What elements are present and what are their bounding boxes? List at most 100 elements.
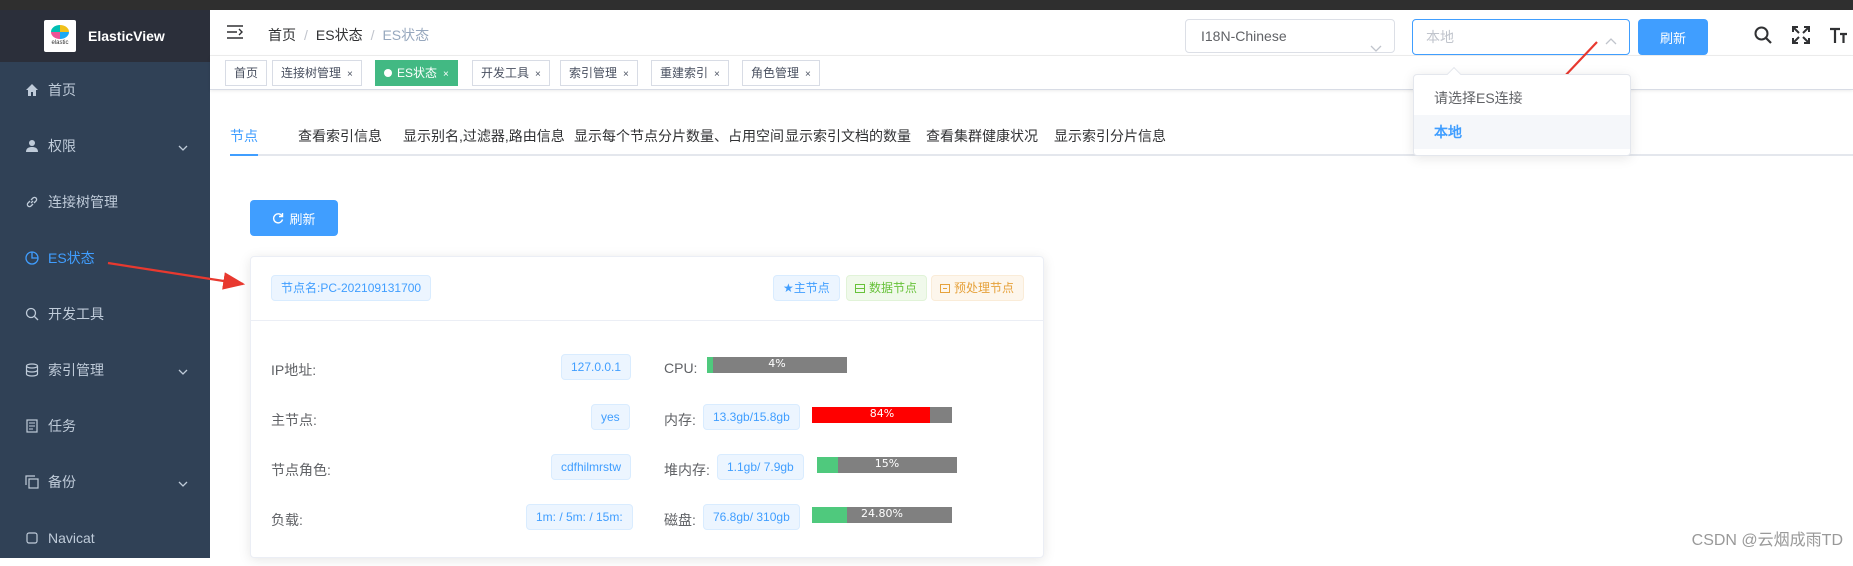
ip-value-tag: 127.0.0.1 xyxy=(561,354,631,380)
sidebar-item-home[interactable]: 首页 xyxy=(0,62,210,118)
close-icon[interactable]: × xyxy=(714,69,720,80)
sidebar-item-tasks[interactable]: 任务 xyxy=(0,398,210,454)
tag-dev-tools[interactable]: 开发工具× xyxy=(472,60,550,86)
ip-label: IP地址: xyxy=(271,360,316,380)
sidebar-item-label: 首页 xyxy=(48,80,76,100)
sidebar-item-label: Navicat xyxy=(48,530,95,546)
memory-progress-bar: 84% xyxy=(812,407,952,423)
load-value-tag: 1m: / 5m: / 15m: xyxy=(526,504,633,530)
heap-label: 堆内存: xyxy=(664,460,710,480)
chevron-down-icon xyxy=(178,474,188,490)
connection-refresh-button[interactable]: 刷新 xyxy=(1638,19,1708,55)
disk-value-tag: 76.8gb/ 310gb xyxy=(703,504,800,530)
fullscreen-icon[interactable] xyxy=(1792,26,1810,47)
tab-doc-count[interactable]: 显示索引文档的数量 xyxy=(785,116,911,156)
node-card: 节点名:PC-202109131700 ★主节点 数据节点 预处理节点 IP地址… xyxy=(250,256,1044,558)
navbar: 首页/ES状态/ES状态 I18N-Chinese 刷新 xyxy=(210,10,1853,56)
connection-input[interactable] xyxy=(1426,21,1596,53)
ingest-node-tag: 预处理节点 xyxy=(931,275,1024,301)
breadcrumb-item-current: ES状态 xyxy=(382,27,429,43)
sidebar-item-connection-tree[interactable]: 连接树管理 xyxy=(0,174,210,230)
memory-percent: 84% xyxy=(812,407,952,421)
tag-role-management[interactable]: 角色管理× xyxy=(742,60,820,86)
close-icon[interactable]: × xyxy=(805,69,811,80)
breadcrumb-item[interactable]: 首页 xyxy=(268,27,296,43)
tag-es-status[interactable]: ES状态× xyxy=(375,60,458,86)
close-icon[interactable]: × xyxy=(443,69,449,80)
ingest-icon xyxy=(940,284,950,293)
sidebar-item-label: 连接树管理 xyxy=(48,192,118,212)
cpu-progress-bar: 4% xyxy=(707,357,847,373)
sidebar: elastic ElasticView 首页 权限 连接树管理 ES状态 开发工… xyxy=(0,10,210,558)
link-icon xyxy=(24,194,40,210)
tab-node-shards[interactable]: 显示每个节点分片数量、占用空间 xyxy=(574,116,784,156)
search-icon xyxy=(24,306,40,322)
node-card-header: 节点名:PC-202109131700 ★主节点 数据节点 预处理节点 xyxy=(251,257,1043,321)
close-icon[interactable]: × xyxy=(623,69,629,80)
sidebar-item-permissions[interactable]: 权限 xyxy=(0,118,210,174)
disk-label: 磁盘: xyxy=(664,510,696,530)
connection-dropdown: 请选择ES连接 本地 xyxy=(1413,74,1631,156)
node-role-label: 节点角色: xyxy=(271,460,331,480)
navicat-icon xyxy=(24,530,40,546)
database-icon xyxy=(24,362,40,378)
sidebar-item-dev-tools[interactable]: 开发工具 xyxy=(0,286,210,342)
disk-progress-bar: 24.80% xyxy=(812,507,952,523)
dropdown-option-local[interactable]: 本地 xyxy=(1414,115,1630,149)
sidebar-item-label: 任务 xyxy=(48,416,76,436)
tag-index-management[interactable]: 索引管理× xyxy=(560,60,638,86)
breadcrumb-item[interactable]: ES状态 xyxy=(316,27,363,43)
chevron-down-icon xyxy=(178,138,188,154)
close-icon[interactable]: × xyxy=(347,69,353,80)
tab-index-info[interactable]: 查看索引信息 xyxy=(298,116,382,156)
disk-percent: 24.80% xyxy=(812,507,952,521)
document-icon xyxy=(24,418,40,434)
master-node-tag: ★主节点 xyxy=(773,275,840,301)
pie-chart-icon xyxy=(24,250,40,266)
sidebar-logo[interactable]: elastic ElasticView xyxy=(0,10,210,62)
home-icon xyxy=(24,82,40,98)
sidebar-item-index-management[interactable]: 索引管理 xyxy=(0,342,210,398)
language-select[interactable]: I18N-Chinese xyxy=(1185,19,1395,53)
data-icon xyxy=(855,284,865,293)
chevron-up-icon xyxy=(1605,32,1617,48)
close-icon[interactable]: × xyxy=(535,69,541,80)
sidebar-item-label: 权限 xyxy=(48,136,76,156)
heap-percent: 15% xyxy=(817,457,957,471)
top-strip xyxy=(0,0,1853,10)
tab-shard-info[interactable]: 显示索引分片信息 xyxy=(1054,116,1166,156)
refresh-icon xyxy=(272,212,284,224)
tab-nodes[interactable]: 节点 xyxy=(230,116,258,156)
memory-label: 内存: xyxy=(664,410,696,430)
refresh-button[interactable]: 刷新 xyxy=(250,200,338,236)
master-label: 主节点: xyxy=(271,410,317,430)
tag-connection-tree[interactable]: 连接树管理× xyxy=(272,60,362,86)
cpu-label: CPU: xyxy=(664,360,697,376)
sidebar-item-label: 备份 xyxy=(48,472,76,492)
tab-cluster-health[interactable]: 查看集群健康状况 xyxy=(926,116,1038,156)
elastic-logo-icon: elastic xyxy=(44,20,76,52)
search-icon[interactable] xyxy=(1754,26,1772,47)
sidebar-item-label: 开发工具 xyxy=(48,304,104,324)
copy-icon xyxy=(24,474,40,490)
tab-alias-info[interactable]: 显示别名,过滤器,路由信息 xyxy=(403,116,565,156)
node-name-tag: 节点名:PC-202109131700 xyxy=(271,275,431,301)
sidebar-item-backup[interactable]: 备份 xyxy=(0,454,210,510)
hamburger-icon[interactable] xyxy=(226,24,244,43)
active-tab-indicator xyxy=(230,154,258,156)
sidebar-item-label: 索引管理 xyxy=(48,360,104,380)
breadcrumb: 首页/ES状态/ES状态 xyxy=(268,25,429,45)
sidebar-item-es-status[interactable]: ES状态 xyxy=(0,230,210,286)
watermark: CSDN @云烟成雨TD xyxy=(1692,526,1843,550)
tag-home[interactable]: 首页 xyxy=(225,60,267,86)
cpu-percent: 4% xyxy=(707,357,847,371)
memory-value-tag: 13.3gb/15.8gb xyxy=(703,404,800,430)
data-node-tag: 数据节点 xyxy=(846,275,927,301)
dropdown-option-placeholder[interactable]: 请选择ES连接 xyxy=(1414,81,1630,115)
node-role-value-tag: cdfhilmrstw xyxy=(551,454,631,480)
heap-progress-bar: 15% xyxy=(817,457,957,473)
connection-select[interactable] xyxy=(1412,19,1630,55)
font-size-icon[interactable] xyxy=(1828,26,1848,47)
tag-reindex[interactable]: 重建索引× xyxy=(651,60,729,86)
heap-value-tag: 1.1gb/ 7.9gb xyxy=(717,454,804,480)
